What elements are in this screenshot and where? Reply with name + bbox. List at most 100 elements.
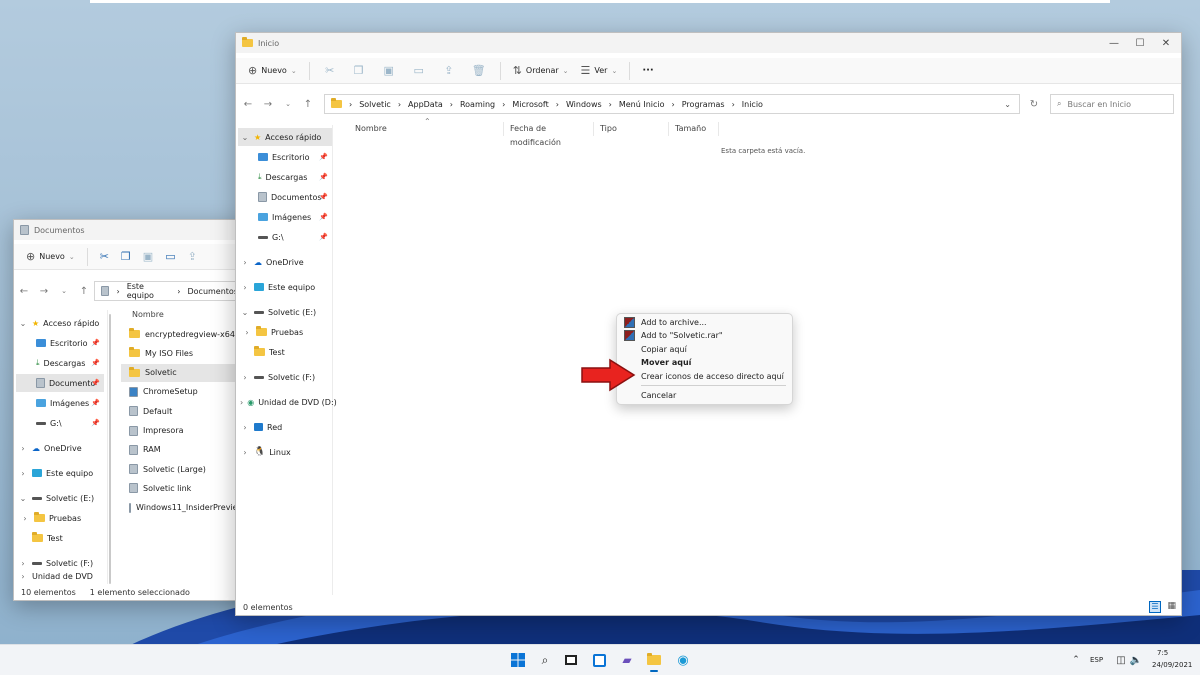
menu-create-shortcuts[interactable]: Crear iconos de acceso directo aquí: [641, 370, 784, 383]
language-indicator[interactable]: ESP: [1090, 656, 1103, 664]
sidebar-scrollbar[interactable]: [109, 314, 111, 584]
share-button[interactable]: ⇪: [182, 246, 203, 268]
nav-quick-access[interactable]: ⌄ ★ Acceso rápido: [18, 314, 108, 332]
cut-button[interactable]: ✂: [94, 246, 115, 268]
nav-pinned-item[interactable]: Imágenes 📌: [18, 394, 104, 412]
back-arrow-icon[interactable]: ←: [14, 286, 34, 297]
menu-copy-here[interactable]: Copiar aquí: [641, 343, 687, 356]
nav-onedrive[interactable]: › ☁ OneDrive: [240, 253, 332, 271]
breadcrumb-item[interactable]: Inicio: [742, 100, 763, 109]
file-row[interactable]: Default: [121, 402, 247, 420]
breadcrumb-item[interactable]: Microsoft: [512, 100, 548, 109]
nav-pinned-item[interactable]: Escritorio 📌: [240, 148, 332, 166]
menu-add-to-archive[interactable]: Add to archive...: [641, 316, 707, 329]
delete-button[interactable]: 🗑: [464, 60, 494, 82]
copy-button[interactable]: ❐: [115, 246, 137, 268]
file-row[interactable]: ChromeSetup: [121, 383, 247, 401]
widgets-icon[interactable]: [591, 652, 607, 668]
clock-time[interactable]: 7:5: [1157, 649, 1168, 657]
nav-drive-f[interactable]: › Solvetic (F:): [18, 554, 104, 572]
windows-start-icon[interactable]: [510, 652, 526, 668]
breadcrumb-item[interactable]: Solvetic: [359, 100, 391, 109]
breadcrumb-item[interactable]: Este equipo: [127, 282, 171, 300]
chat-icon[interactable]: ▰: [619, 652, 635, 668]
nav-pinned-item[interactable]: ⤓ Descargas 📌: [18, 354, 104, 372]
file-row[interactable]: RAM: [121, 441, 247, 459]
nav-pinned-item[interactable]: Imágenes 📌: [240, 208, 332, 226]
menu-cancel[interactable]: Cancelar: [641, 389, 676, 402]
recent-chevron-icon[interactable]: ⌄: [278, 100, 298, 108]
details-view-icon[interactable]: ☰: [1149, 601, 1161, 613]
recent-chevron-icon[interactable]: ⌄: [54, 287, 74, 295]
file-row[interactable]: Impresora: [121, 422, 247, 440]
rename-button[interactable]: ▭: [159, 246, 181, 268]
refresh-icon[interactable]: ↻: [1024, 99, 1044, 110]
file-row[interactable]: My ISO Files: [121, 344, 247, 362]
rename-button[interactable]: ▭: [404, 60, 434, 82]
breadcrumb-item[interactable]: AppData: [408, 100, 443, 109]
breadcrumb-item[interactable]: Documentos: [187, 287, 238, 296]
volume-icon[interactable]: 🔈: [1128, 652, 1144, 668]
documents-column-header[interactable]: Nombre: [114, 308, 252, 322]
up-arrow-icon[interactable]: ↑: [74, 286, 94, 297]
tray-chevron-icon[interactable]: ⌃: [1068, 652, 1084, 668]
nav-network[interactable]: › Red: [240, 418, 332, 436]
network-icon[interactable]: ◫: [1113, 652, 1129, 668]
nav-folder[interactable]: › Pruebas: [240, 323, 332, 341]
view-button[interactable]: ☰ Ver ⌄: [575, 60, 624, 82]
file-row[interactable]: Windows11_InsiderPreview_Cl: [121, 499, 247, 517]
paste-button[interactable]: ▣: [137, 246, 159, 268]
file-explorer-icon[interactable]: [646, 652, 662, 668]
nav-folder[interactable]: Test: [18, 529, 104, 547]
column-size[interactable]: Tamaño: [669, 122, 719, 136]
nav-pinned-item[interactable]: G:\ 📌: [18, 414, 104, 432]
column-name[interactable]: Nombre: [349, 122, 504, 136]
address-dropdown-icon[interactable]: ⌄: [1004, 100, 1011, 109]
nav-this-pc[interactable]: › Este equipo: [240, 278, 332, 296]
column-name[interactable]: Nombre: [114, 308, 252, 322]
nav-pinned-item[interactable]: G:\ 📌: [240, 228, 332, 246]
breadcrumb-item[interactable]: Programas: [682, 100, 725, 109]
nav-dvd-partial[interactable]: › Unidad de DVD: [18, 572, 104, 580]
nav-this-pc[interactable]: › Este equipo: [18, 464, 104, 482]
nav-drive-e[interactable]: ⌄ Solvetic (E:): [18, 489, 104, 507]
menu-add-to-rar[interactable]: Add to "Solvetic.rar": [641, 329, 723, 342]
search-icon[interactable]: ⌕: [537, 652, 553, 668]
paste-button[interactable]: ▣: [374, 60, 404, 82]
share-button[interactable]: ⇪: [434, 60, 464, 82]
more-options-button[interactable]: ···: [636, 60, 659, 82]
up-arrow-icon[interactable]: ↑: [298, 99, 318, 110]
column-date-modified[interactable]: Fecha de modificación: [504, 122, 594, 147]
forward-arrow-icon[interactable]: →: [258, 99, 278, 110]
task-view-icon[interactable]: [563, 652, 579, 668]
file-row[interactable]: Solvetic (Large): [121, 460, 247, 478]
nav-folder[interactable]: Test: [240, 343, 332, 361]
nav-dvd-drive[interactable]: › ◉ Unidad de DVD (D:): [240, 393, 337, 411]
nav-drive-f[interactable]: › Solvetic (F:): [240, 368, 332, 386]
sort-button[interactable]: ⇅ Ordenar ⌄: [507, 60, 575, 82]
tiles-view-icon[interactable]: ▦: [1167, 601, 1176, 611]
nav-drive-e[interactable]: ⌄ Solvetic (E:): [240, 303, 332, 321]
column-type[interactable]: Tipo: [594, 122, 669, 136]
inicio-breadcrumb[interactable]: › Solvetic › AppData › Roaming › Microsoft ›…: [324, 94, 1020, 114]
nav-quick-access[interactable]: ⌄ ★ Acceso rápido: [238, 128, 332, 146]
documents-breadcrumb[interactable]: › Este equipo › Documentos: [94, 281, 244, 301]
clock-date[interactable]: 24/09/2021: [1152, 661, 1192, 669]
nav-linux[interactable]: › 🐧 Linux: [240, 443, 332, 461]
copy-button[interactable]: ❐: [344, 60, 374, 82]
breadcrumb-item[interactable]: Menú Inicio: [619, 100, 665, 109]
edge-browser-icon[interactable]: ◉: [675, 652, 691, 668]
forward-arrow-icon[interactable]: →: [34, 286, 54, 297]
nav-pinned-item[interactable]: ⤓ Descargas 📌: [240, 168, 332, 186]
search-input[interactable]: ⌕ Buscar en Inicio: [1050, 94, 1174, 114]
file-row[interactable]: encryptedregview-x64: [121, 325, 247, 343]
nav-folder[interactable]: › Pruebas: [18, 509, 104, 527]
menu-move-here[interactable]: Mover aquí: [641, 356, 691, 369]
nav-pinned-item[interactable]: Escritorio 📌: [18, 334, 104, 352]
nav-pinned-item-selected[interactable]: Documento 📌: [16, 374, 104, 392]
minimize-icon[interactable]: —: [1101, 33, 1127, 53]
new-button[interactable]: ⊕ Nuevo ⌄: [242, 60, 303, 82]
cut-button[interactable]: ✂: [316, 60, 344, 82]
nav-onedrive[interactable]: › ☁ OneDrive: [18, 439, 104, 457]
file-row[interactable]: Solvetic link: [121, 479, 247, 497]
